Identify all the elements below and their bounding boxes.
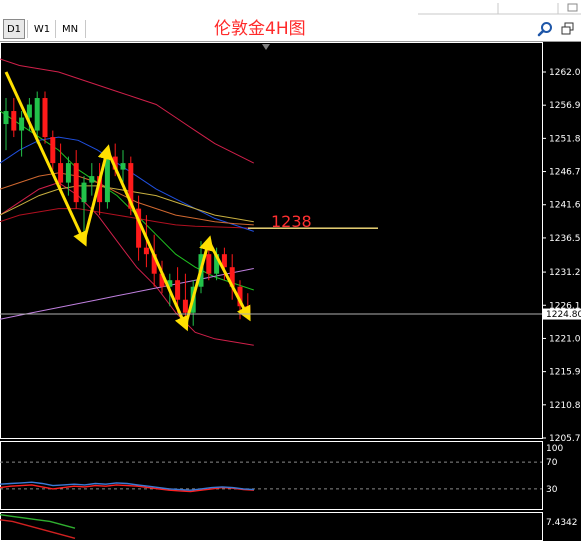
price-axis: 1262.00 1256.90 1251.80 1246.70 1241.60 1236.…	[542, 68, 581, 444]
candle-body	[81, 182, 87, 203]
oscillator-level-label: 70	[546, 458, 558, 468]
overlay-ma_violet	[0, 268, 254, 320]
timeframe-mn-button[interactable]: MN	[58, 19, 82, 39]
candlesticks	[3, 91, 251, 326]
candle-body	[42, 98, 48, 138]
current-price-label: 1224.80	[546, 310, 581, 320]
price-tick-label: 1262.00	[549, 68, 581, 78]
resistance-label: 1238	[271, 212, 312, 231]
chart-canvas[interactable]: 1238 1262.00 1256.90 1251.80 1246.70 1241.60…	[0, 42, 581, 541]
candle-body	[120, 163, 126, 170]
chart-toolbar: D1 W1 MN 伦敦金4H图	[0, 0, 581, 42]
toolbar-divider	[27, 20, 28, 38]
wave-arrow	[106, 149, 189, 332]
toolbar-top-edge	[418, 0, 581, 15]
candle-body	[73, 163, 79, 203]
candle-body	[19, 117, 25, 131]
lower-indicator-value: 7.4342	[546, 518, 578, 528]
wave-arrow	[82, 144, 113, 242]
candle-body	[3, 111, 9, 125]
wave-arrow	[207, 240, 251, 322]
price-tick-label: 1205.75	[549, 434, 581, 444]
candle-body	[65, 163, 71, 183]
price-tick-label: 1215.95	[549, 368, 581, 378]
price-tick-label: 1221.05	[549, 334, 581, 344]
wave-arrow	[183, 235, 214, 327]
wave-arrows	[4, 71, 251, 332]
price-tick-label: 1231.25	[549, 268, 581, 278]
lower-indicator-series	[0, 519, 76, 539]
candle-body	[11, 111, 17, 131]
oscillator-level-label: 100	[546, 444, 563, 454]
candle-body	[175, 280, 181, 300]
chart-shift-marker[interactable]	[262, 44, 270, 50]
oscillator-series	[0, 484, 255, 493]
price-tick-label: 1246.70	[549, 168, 581, 178]
candle-body	[34, 98, 40, 131]
oscillator-lines	[0, 461, 542, 493]
candle-body	[206, 254, 212, 274]
main-plot-frame	[0, 42, 543, 439]
candle-body	[182, 299, 188, 313]
timeframe-d1-button[interactable]: D1	[3, 19, 25, 39]
price-tick-label: 1251.80	[549, 134, 581, 144]
candle-body	[89, 176, 95, 183]
timeframe-w1-button[interactable]: W1	[31, 19, 53, 39]
lower-indicator-panel	[0, 512, 543, 541]
price-tick-label: 1236.50	[549, 234, 581, 244]
candle-body	[50, 137, 56, 164]
candle-body	[58, 163, 64, 183]
price-tick-label: 1210.85	[549, 401, 581, 411]
oscillator-axis: 100 70 30	[546, 444, 563, 495]
lower-indicator-lines	[0, 514, 76, 539]
oscillator-panel	[0, 441, 543, 510]
oscillator-level-label: 30	[546, 485, 558, 495]
candle-body	[143, 247, 149, 255]
search-icon[interactable]	[537, 21, 553, 37]
toolbar-divider	[85, 20, 86, 38]
price-tick-label: 1256.90	[549, 101, 581, 111]
restore-window-icon[interactable]	[560, 21, 576, 37]
candle-body	[104, 156, 110, 203]
price-tick-label: 1241.60	[549, 201, 581, 211]
chart-title: 伦敦金4H图	[214, 19, 306, 39]
toolbar-divider	[55, 20, 56, 38]
